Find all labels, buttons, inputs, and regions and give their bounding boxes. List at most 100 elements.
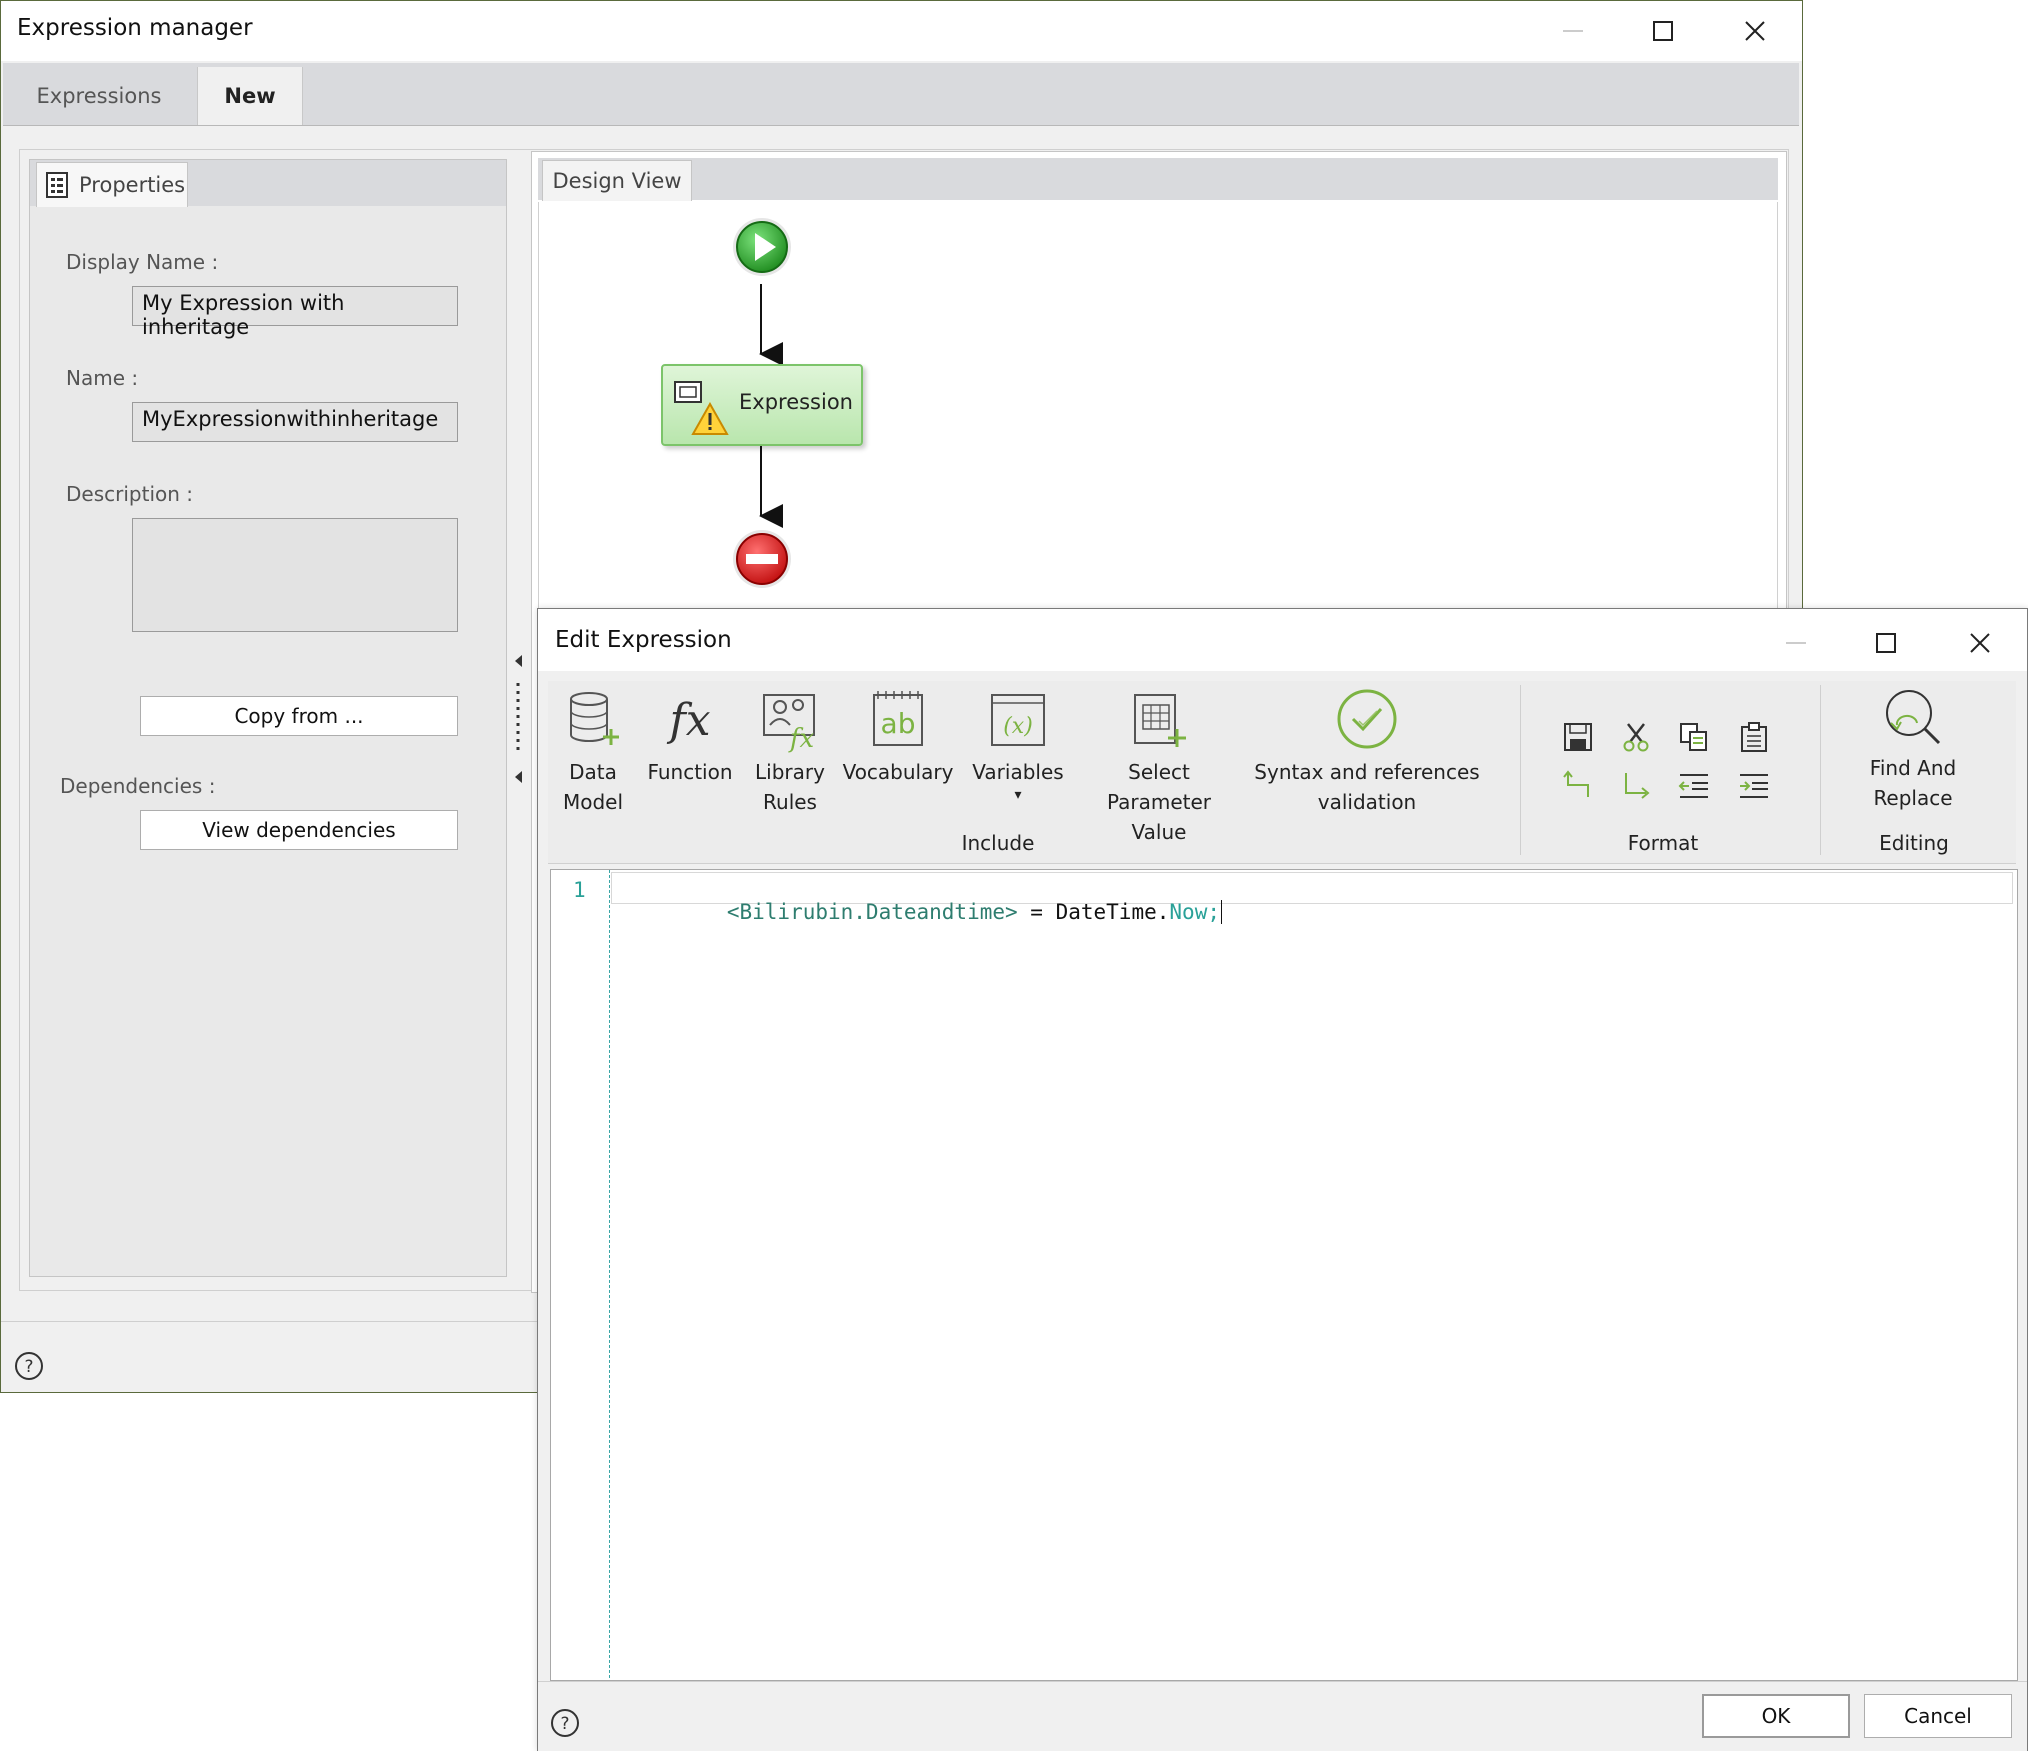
- end-node[interactable]: [731, 528, 793, 590]
- variables-button[interactable]: (x) Variables ▾: [968, 689, 1068, 803]
- code-editor[interactable]: 1 <Bilirubin.Dateandtime> = DateTime.Now…: [550, 869, 2018, 1681]
- select-parameter-label-1: Select Parameter: [1106, 760, 1212, 814]
- vocabulary-button[interactable]: ab Vocabulary: [838, 689, 958, 787]
- code-line-1[interactable]: <Bilirubin.Dateandtime> = DateTime.Now;: [651, 876, 1222, 948]
- stop-icon: [733, 530, 791, 588]
- editor-minimize-button[interactable]: [1756, 619, 1836, 667]
- minimize-icon: [1786, 642, 1806, 644]
- function-label: Function: [647, 760, 733, 784]
- cut-icon[interactable]: [1620, 721, 1652, 753]
- function-fx-icon: fx: [666, 695, 710, 746]
- close-button[interactable]: [1715, 7, 1795, 55]
- library-rules-label-1: Library: [755, 760, 825, 784]
- svg-text:(x): (x): [1003, 714, 1033, 739]
- table-add-icon: [1134, 694, 1186, 747]
- code-token-property: Now: [1169, 900, 1208, 924]
- find-replace-label-1: Find And: [1869, 756, 1957, 780]
- design-view-header: [538, 158, 1778, 200]
- svg-text:ab: ab: [881, 707, 916, 740]
- data-model-button[interactable]: Data Model: [556, 689, 630, 817]
- display-name-label: Display Name :: [66, 250, 219, 274]
- play-icon: [733, 218, 791, 276]
- properties-panel: Properties Display Name : My Expression …: [29, 159, 507, 1277]
- help-icon[interactable]: ?: [14, 1351, 44, 1381]
- edit-expression-window: Edit Expression Data Model fx Function f…: [537, 608, 2028, 1751]
- svg-text:?: ?: [560, 1714, 569, 1734]
- undo-icon[interactable]: [1562, 769, 1594, 801]
- tab-expressions[interactable]: Expressions: [3, 67, 195, 125]
- ribbon-separator-1: [1520, 685, 1521, 855]
- close-icon: [1970, 633, 1990, 653]
- minimize-button[interactable]: [1533, 7, 1613, 55]
- data-model-label-2: Model: [562, 790, 624, 814]
- library-rules-button[interactable]: fx Library Rules: [744, 689, 836, 817]
- copy-from-label: Copy from ...: [234, 704, 364, 728]
- warning-icon: [691, 402, 729, 435]
- indent-icon[interactable]: [1738, 769, 1770, 801]
- editor-close-button[interactable]: [1940, 619, 2020, 667]
- line-gutter: [551, 870, 610, 1678]
- view-dependencies-button[interactable]: View dependencies: [140, 810, 458, 850]
- properties-tab-label: Properties: [79, 173, 186, 197]
- description-field[interactable]: [132, 518, 458, 632]
- start-node[interactable]: [731, 216, 793, 278]
- copy-from-button[interactable]: Copy from ...: [140, 696, 458, 736]
- vocabulary-icon: ab: [873, 691, 923, 746]
- name-label: Name :: [66, 366, 139, 390]
- dependencies-label: Dependencies :: [60, 774, 216, 798]
- name-field[interactable]: MyExpressionwithinheritage: [132, 402, 458, 442]
- library-rules-icon: fx: [763, 694, 815, 753]
- editor-title: Edit Expression: [555, 627, 732, 653]
- ok-label: OK: [1761, 1704, 1791, 1728]
- editor-footer: ? OK Cancel: [538, 1681, 2027, 1751]
- checkmark-circle-icon: [1337, 689, 1397, 749]
- tab-new[interactable]: New: [197, 67, 303, 125]
- display-name-field[interactable]: My Expression with inheritage: [132, 286, 458, 339]
- svg-text:fx: fx: [788, 724, 815, 753]
- copy-icon[interactable]: [1678, 721, 1710, 753]
- paste-icon[interactable]: [1738, 721, 1770, 753]
- variables-dropdown-icon: ▾: [1014, 787, 1022, 803]
- manager-tab-strip: Expressions New: [3, 63, 1799, 126]
- function-button[interactable]: fx Function: [642, 689, 738, 787]
- ribbon-separator-2: [1820, 685, 1821, 855]
- editing-group-label: Editing: [1879, 831, 1949, 855]
- cancel-label: Cancel: [1904, 1704, 1972, 1728]
- editor-maximize-button[interactable]: [1846, 619, 1926, 667]
- ok-button[interactable]: OK: [1702, 1694, 1850, 1738]
- code-token-variable: <Bilirubin.Dateandtime>: [726, 900, 1018, 924]
- properties-tab[interactable]: Properties: [36, 162, 188, 207]
- cancel-button[interactable]: Cancel: [1864, 1694, 2012, 1738]
- expression-node-label: Expression: [739, 390, 853, 414]
- code-token-semicolon: ;: [1207, 900, 1220, 924]
- tab-new-label: New: [224, 84, 276, 108]
- manager-titlebar: Expression manager: [1, 1, 1802, 61]
- redo-icon[interactable]: [1620, 769, 1652, 801]
- svg-text:?: ?: [24, 1357, 33, 1377]
- maximize-icon: [1653, 21, 1673, 41]
- find-and-replace-button[interactable]: Find And Replace: [1838, 687, 1988, 813]
- code-token-class: DateTime: [1055, 900, 1157, 924]
- syntax-validation-label-2: validation: [1317, 790, 1417, 814]
- select-parameter-value-button[interactable]: Select Parameter Value: [1074, 689, 1244, 847]
- expression-node[interactable]: Expression: [661, 364, 863, 446]
- ribbon: Data Model fx Function fx Library Rules: [548, 681, 2016, 864]
- save-icon[interactable]: [1562, 721, 1594, 753]
- panel-splitter[interactable]: [511, 151, 525, 1291]
- database-add-icon: [570, 692, 619, 745]
- format-group-label: Format: [1627, 831, 1699, 855]
- find-replace-icon: [1886, 690, 1941, 745]
- syntax-validation-label-1: Syntax and references: [1254, 760, 1480, 784]
- outdent-icon[interactable]: [1678, 769, 1710, 801]
- data-model-label-1: Data: [569, 760, 617, 784]
- text-cursor: [1221, 900, 1222, 924]
- line-number: 1: [573, 878, 586, 902]
- variables-icon: (x): [991, 694, 1045, 746]
- editor-help-icon[interactable]: ?: [550, 1708, 580, 1738]
- svg-text:fx: fx: [666, 695, 710, 746]
- design-view-tab[interactable]: Design View: [542, 160, 692, 201]
- properties-icon: [46, 172, 68, 198]
- maximize-button[interactable]: [1623, 7, 1703, 55]
- syntax-validation-button[interactable]: Syntax and references validation: [1254, 689, 1480, 817]
- view-dependencies-label: View dependencies: [202, 818, 396, 842]
